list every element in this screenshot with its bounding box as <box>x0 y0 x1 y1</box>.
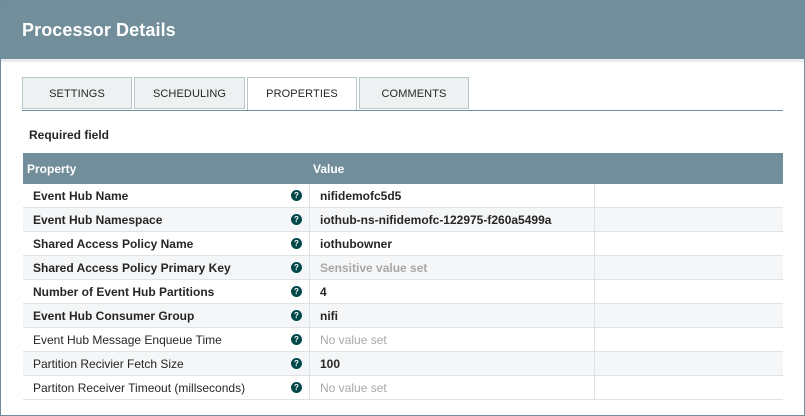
help-icon[interactable]: ? <box>291 238 302 249</box>
property-value[interactable]: Sensitive value set <box>320 261 427 275</box>
column-divider <box>594 328 595 352</box>
property-name: Event Hub Consumer Group <box>33 309 195 323</box>
help-icon[interactable]: ? <box>291 286 302 297</box>
tab-scheduling[interactable]: SCHEDULING <box>134 77 245 109</box>
column-divider <box>309 328 310 352</box>
table-row[interactable]: Shared Access Policy Name? iothubowner <box>23 232 783 256</box>
help-icon[interactable]: ? <box>291 310 302 321</box>
column-divider <box>309 304 310 328</box>
column-divider <box>594 280 595 304</box>
tab-underline <box>22 110 783 111</box>
property-value[interactable]: No value set <box>320 381 387 395</box>
column-divider <box>594 256 595 280</box>
property-value[interactable]: 4 <box>320 285 327 299</box>
table-row[interactable]: Partition Recivier Fetch Size? 100 <box>23 352 783 376</box>
help-icon[interactable]: ? <box>291 190 302 201</box>
property-value[interactable]: iothubowner <box>320 237 392 251</box>
tab-settings[interactable]: SETTINGS <box>22 77 132 109</box>
table-row[interactable]: Shared Access Policy Primary Key? Sensiti… <box>23 256 783 280</box>
properties-table: Property Value Event Hub Name? nifidemofc… <box>23 153 783 400</box>
table-row[interactable]: Partiton Receiver Timeout (millseconds)?… <box>23 376 783 400</box>
dialog-header: Processor Details <box>1 1 804 59</box>
column-divider <box>594 376 595 400</box>
dialog-title: Processor Details <box>22 20 176 40</box>
table-row[interactable]: Event Hub Message Enqueue Time? No value … <box>23 328 783 352</box>
table-row[interactable]: Event Hub Consumer Group? nifi <box>23 304 783 328</box>
tab-comments[interactable]: COMMENTS <box>359 77 469 109</box>
help-icon[interactable]: ? <box>291 358 302 369</box>
column-divider <box>594 352 595 376</box>
table-row[interactable]: Event Hub Name? nifidemofc5d5 <box>23 184 783 208</box>
property-name: Partiton Receiver Timeout (millseconds) <box>33 381 246 395</box>
property-name: Event Hub Message Enqueue Time <box>33 333 222 347</box>
column-header-value: Value <box>313 162 345 176</box>
required-field-note: Required field <box>29 128 110 142</box>
property-name: Event Hub Namespace <box>33 213 163 227</box>
property-value[interactable]: 100 <box>320 357 340 371</box>
column-divider <box>309 232 310 256</box>
column-divider <box>309 208 310 232</box>
property-name: Shared Access Policy Name <box>33 237 194 251</box>
tab-properties[interactable]: PROPERTIES <box>247 77 357 111</box>
help-icon[interactable]: ? <box>291 262 302 273</box>
table-row[interactable]: Number of Event Hub Partitions? 4 <box>23 280 783 304</box>
table-header: Property Value <box>23 153 783 184</box>
column-divider <box>309 184 310 208</box>
column-divider <box>594 208 595 232</box>
header-divider <box>1 59 804 62</box>
property-value[interactable]: No value set <box>320 333 387 347</box>
property-value[interactable]: iothub-ns-nifidemofc-122975-f260a5499a <box>320 213 551 227</box>
column-divider <box>309 256 310 280</box>
property-value[interactable]: nifi <box>320 309 338 323</box>
help-icon[interactable]: ? <box>291 382 302 393</box>
property-value[interactable]: nifidemofc5d5 <box>320 189 401 203</box>
column-divider <box>309 280 310 304</box>
column-header-property: Property <box>27 162 77 176</box>
property-name: Event Hub Name <box>33 189 129 203</box>
column-divider <box>309 376 310 400</box>
help-icon[interactable]: ? <box>291 214 302 225</box>
processor-details-dialog: Processor Details SETTINGS SCHEDULING PR… <box>0 0 805 416</box>
property-name: Number of Event Hub Partitions <box>33 285 215 299</box>
column-divider <box>594 232 595 256</box>
column-divider <box>594 304 595 328</box>
column-divider <box>309 352 310 376</box>
table-row[interactable]: Event Hub Namespace? iothub-ns-nifidemofc… <box>23 208 783 232</box>
column-divider <box>594 184 595 208</box>
help-icon[interactable]: ? <box>291 334 302 345</box>
property-name: Shared Access Policy Primary Key <box>33 261 231 275</box>
property-name: Partition Recivier Fetch Size <box>33 357 184 371</box>
